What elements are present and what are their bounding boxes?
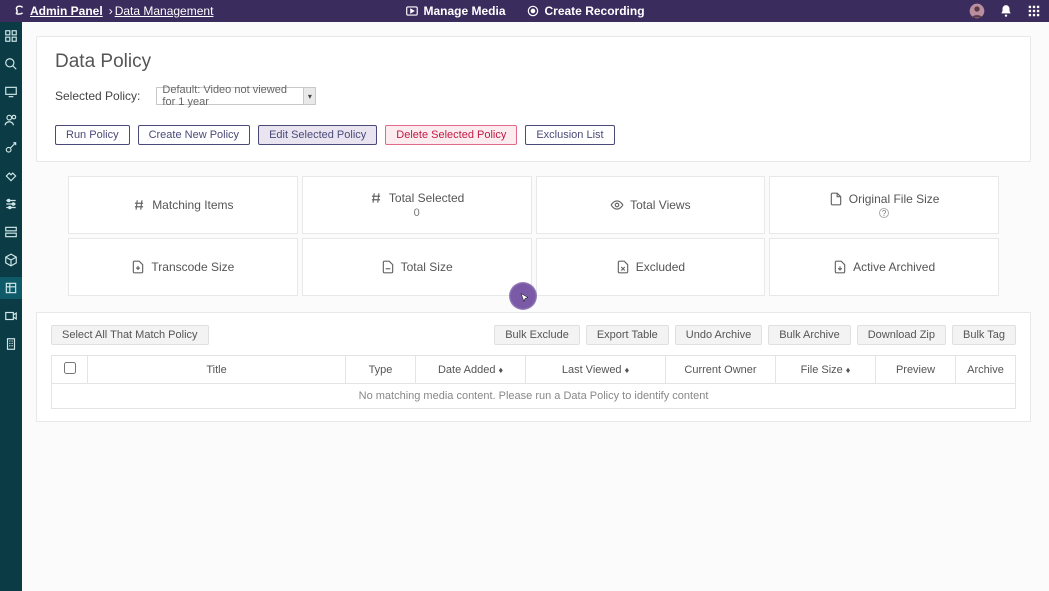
edit-policy-button[interactable]: Edit Selected Policy [258, 125, 377, 145]
col-preview: Preview [876, 356, 956, 384]
undo-archive-button[interactable]: Undo Archive [675, 325, 762, 345]
page-title: Data Policy [55, 51, 1012, 73]
stats-grid: Matching Items Total Selected 0 Total Vi… [68, 176, 999, 296]
record-icon [526, 4, 540, 18]
sort-icon: ♦ [625, 365, 630, 375]
sort-icon: ♦ [498, 365, 503, 375]
create-policy-button[interactable]: Create New Policy [138, 125, 250, 145]
table-empty-row: No matching media content. Please run a … [52, 384, 1016, 409]
side-nav [0, 22, 22, 591]
hash-icon [369, 191, 383, 205]
bulk-tag-button[interactable]: Bulk Tag [952, 325, 1016, 345]
col-current-owner[interactable]: Current Owner [666, 356, 776, 384]
nav-box-icon[interactable] [3, 252, 19, 268]
stat-total-size: Total Size [302, 238, 532, 296]
policy-card: Data Policy Selected Policy: Default: Vi… [36, 36, 1031, 162]
col-archive: Archive [956, 356, 1016, 384]
nav-server-icon[interactable] [3, 224, 19, 240]
stat-transcode-size: Transcode Size [68, 238, 298, 296]
exclusion-list-button[interactable]: Exclusion List [525, 125, 614, 145]
eye-icon [610, 198, 624, 212]
download-zip-button[interactable]: Download Zip [857, 325, 946, 345]
stat-original-file-size: Original File Size ? [769, 176, 999, 234]
nav-data-icon[interactable] [3, 280, 19, 296]
stat-total-selected: Total Selected 0 [302, 176, 532, 234]
nav-sliders-icon[interactable] [3, 196, 19, 212]
file-x-icon [616, 260, 630, 274]
col-type[interactable]: Type [346, 356, 416, 384]
help-icon[interactable]: ? [879, 208, 889, 218]
col-last-viewed[interactable]: Last Viewed♦ [526, 356, 666, 384]
nav-dashboard-icon[interactable] [3, 28, 19, 44]
hash-icon [132, 198, 146, 212]
policy-select[interactable]: Default: Video not viewed for 1 year ▾ [156, 87, 316, 105]
create-recording-link[interactable]: Create Recording [526, 4, 645, 18]
stat-total-views: Total Views [536, 176, 766, 234]
run-policy-button[interactable]: Run Policy [55, 125, 130, 145]
nav-monitor-icon[interactable] [3, 84, 19, 100]
file-transcode-icon [131, 260, 145, 274]
sort-icon: ♦ [846, 365, 851, 375]
play-box-icon [404, 4, 418, 18]
bulk-archive-button[interactable]: Bulk Archive [768, 325, 851, 345]
selected-policy-label: Selected Policy: [55, 89, 140, 103]
stat-matching-items: Matching Items [68, 176, 298, 234]
delete-policy-button[interactable]: Delete Selected Policy [385, 125, 517, 145]
manage-media-link[interactable]: Manage Media [404, 4, 505, 18]
stat-total-selected-value: 0 [414, 207, 420, 219]
file-total-icon [381, 260, 395, 274]
nav-search-icon[interactable] [3, 56, 19, 72]
breadcrumb-sep: › [109, 4, 113, 18]
col-date-added[interactable]: Date Added♦ [416, 356, 526, 384]
breadcrumb-root[interactable]: Admin Panel [30, 4, 103, 18]
export-table-button[interactable]: Export Table [586, 325, 669, 345]
file-icon [829, 192, 843, 206]
policy-select-value: Default: Video not viewed for 1 year [157, 84, 303, 108]
nav-handshake-icon[interactable] [3, 168, 19, 184]
stat-excluded: Excluded [536, 238, 766, 296]
nav-video-icon[interactable] [3, 308, 19, 324]
col-title[interactable]: Title [88, 356, 346, 384]
breadcrumb-page[interactable]: Data Management [115, 4, 214, 18]
bell-icon[interactable] [999, 4, 1013, 18]
apps-grid-icon[interactable] [1027, 4, 1041, 18]
avatar[interactable] [969, 3, 985, 19]
results-table: Title Type Date Added♦ Last Viewed♦ Curr… [51, 355, 1016, 409]
bulk-exclude-button[interactable]: Bulk Exclude [494, 325, 580, 345]
nav-users-icon[interactable] [3, 112, 19, 128]
archive-icon [833, 260, 847, 274]
stat-active-archived: Active Archived [769, 238, 999, 296]
col-file-size[interactable]: File Size♦ [776, 356, 876, 384]
nav-key-icon[interactable] [3, 140, 19, 156]
brand-logo [8, 4, 30, 18]
chevron-down-icon: ▾ [303, 88, 315, 104]
results-card: Select All That Match Policy Bulk Exclud… [36, 312, 1031, 422]
nav-building-icon[interactable] [3, 336, 19, 352]
select-all-button[interactable]: Select All That Match Policy [51, 325, 209, 345]
select-all-checkbox[interactable] [64, 362, 76, 374]
